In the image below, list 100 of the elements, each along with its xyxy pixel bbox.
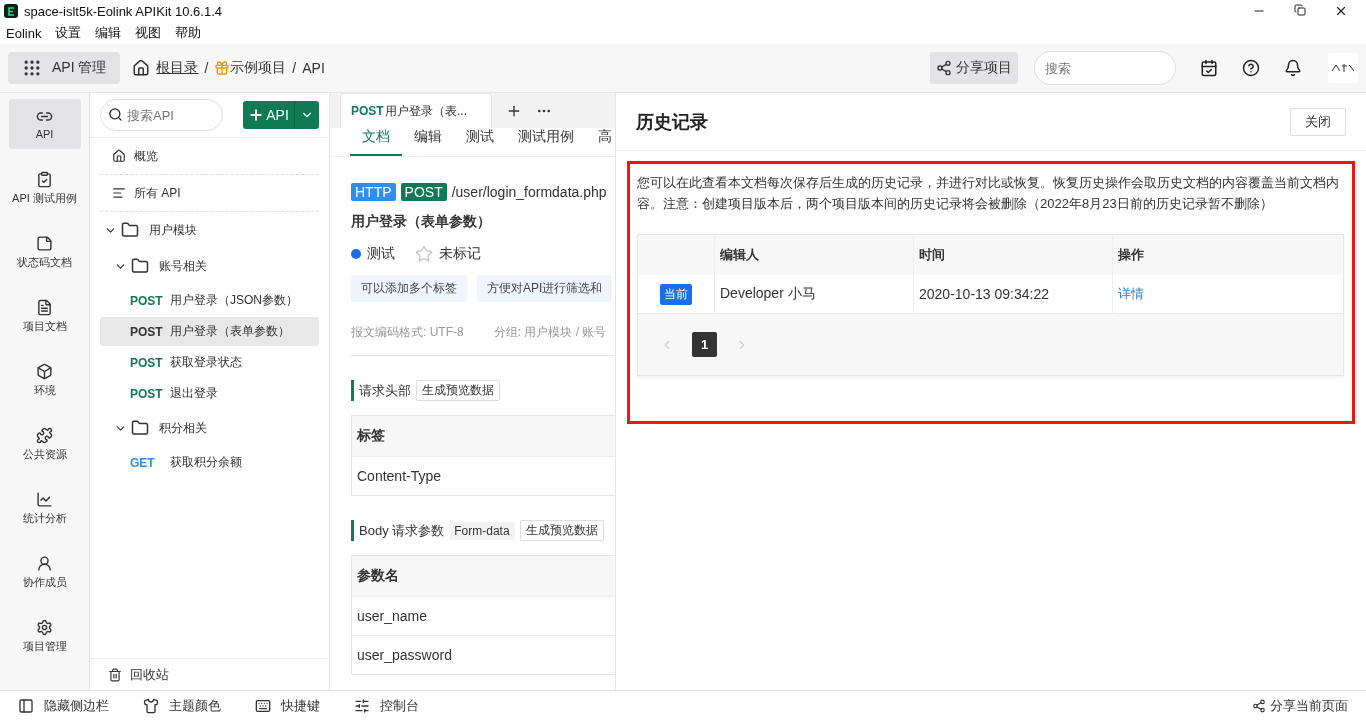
nav-item[interactable]: 项目文档	[8, 291, 81, 341]
module-button[interactable]: API 管理	[8, 52, 121, 84]
folder-row[interactable]: 积分相关	[100, 410, 319, 446]
folder-row[interactable]: 用户模块	[100, 212, 319, 248]
nav-item[interactable]: API	[8, 99, 81, 149]
format-badge: Form-data	[449, 521, 515, 540]
api-search-field[interactable]: 搜索API	[100, 99, 223, 131]
calendar-icon[interactable]	[1200, 59, 1218, 77]
meta-text: 报文编码格式: UTF-8	[351, 324, 464, 341]
recycle-bin-item[interactable]: 回收站	[90, 658, 329, 690]
chart-icon	[36, 490, 53, 508]
nav-item[interactable]: 公共资源	[8, 419, 81, 469]
meta-text: 分组: 用户模块 / 账号	[493, 324, 607, 341]
toolbar-button[interactable]: 快捷键	[255, 696, 320, 715]
home-icon	[112, 149, 126, 163]
tag: 可以添加多个标签	[351, 275, 467, 302]
close-icon[interactable]	[1334, 4, 1348, 18]
folder-icon	[131, 257, 149, 275]
trash-icon	[108, 667, 122, 682]
star-label: 未标记	[439, 245, 481, 263]
preview-button[interactable]: 生成预览数据	[416, 380, 500, 401]
column-header: 标签	[352, 416, 615, 456]
share-icon	[936, 60, 952, 76]
preview-button[interactable]: 生成预览数据	[519, 520, 604, 541]
breadcrumb-item[interactable]: 示例项目	[230, 59, 287, 77]
menu-item[interactable]: 帮助	[175, 24, 202, 42]
sub-tab[interactable]: 编辑	[402, 128, 454, 156]
breadcrumb-separator: /	[292, 60, 297, 76]
api-item[interactable]: POST 用户登录（JSON参数）	[100, 286, 319, 315]
toolbar-button[interactable]: 控制台	[354, 696, 419, 715]
nav-item[interactable]: 统计分析	[8, 483, 81, 533]
settings-icon	[36, 618, 53, 636]
share-button[interactable]: 分享项目	[930, 52, 1018, 84]
menu-item[interactable]: 设置	[55, 24, 82, 42]
column-header: 参数名	[352, 556, 615, 596]
nav-item[interactable]: 环境	[8, 355, 81, 405]
bell-icon[interactable]	[1284, 59, 1302, 77]
add-api-button[interactable]: API	[243, 101, 319, 129]
avatar[interactable]	[1328, 53, 1358, 83]
table-cell: user_password	[352, 635, 615, 674]
details-link[interactable]: 详情	[1118, 285, 1144, 303]
sub-tab[interactable]: 高	[586, 128, 615, 156]
toolbar-button[interactable]: 隐藏侧边栏	[18, 696, 109, 715]
star-icon[interactable]	[415, 245, 433, 263]
current-badge: 当前	[660, 283, 692, 305]
share-page-button[interactable]: 分享当前页面	[1252, 696, 1348, 715]
cube-icon	[36, 362, 53, 380]
api-path: /user/login_formdata.php	[451, 184, 607, 200]
list-icon	[112, 186, 126, 200]
table-cell: Content-Type	[352, 456, 615, 495]
toolbar-button[interactable]: 主题颜色	[143, 696, 221, 715]
column-header: 编辑人	[714, 235, 913, 275]
nav-item[interactable]: 状态码文档	[8, 227, 81, 277]
sliders-icon	[354, 697, 370, 714]
nav-item[interactable]: 协作成员	[8, 547, 81, 597]
restore-icon[interactable]	[1294, 4, 1306, 16]
tree-link[interactable]: 概览	[100, 138, 319, 175]
folder-row[interactable]: 账号相关	[100, 248, 319, 284]
puzzle-icon	[36, 426, 53, 444]
column-header: 操作	[1112, 235, 1343, 275]
gift-icon	[214, 60, 231, 76]
menu-item[interactable]: Eolink	[6, 25, 42, 41]
document-tab[interactable]: POST用户登录（表...	[340, 93, 492, 128]
method-badge: POST	[400, 183, 447, 201]
tag: 方便对API进行筛选和	[477, 275, 613, 302]
status-label: 测试	[367, 245, 395, 263]
nav-item[interactable]: API 测试用例	[8, 163, 81, 213]
history-note: 您可以在此查看本文档每次保存后生成的历史记录，并进行对比或恢复。恢复历史操作会取历史文档的内容覆盖当前文档内容。注意：创建项目版本后，两个项目版本间的历史记录将会被删除（2022年8月23日前的历史记录暂不删除）	[637, 174, 1340, 213]
breadcrumb-item: API	[302, 60, 325, 76]
breadcrumb-link[interactable]: 根目录	[156, 59, 199, 77]
note-icon	[36, 234, 53, 252]
folder-icon	[121, 221, 139, 239]
grid-icon	[22, 58, 42, 78]
section-title: 请求头部	[359, 381, 411, 400]
api-name: 用户登录（表单参数）	[351, 213, 492, 231]
help-icon[interactable]	[1242, 59, 1260, 77]
table-cell: user_name	[352, 596, 615, 635]
sub-tab[interactable]: 测试用例	[506, 128, 586, 156]
page-button[interactable]: 1	[692, 332, 717, 357]
sub-tab[interactable]: 测试	[454, 128, 506, 156]
menu-item[interactable]: 视图	[135, 24, 162, 42]
share-icon	[1252, 698, 1266, 713]
app-logo-icon	[4, 4, 18, 18]
api-item[interactable]: GET 获取积分余额	[100, 448, 319, 477]
api-item[interactable]: POST 退出登录	[100, 379, 319, 408]
sub-tab[interactable]: 文档	[350, 128, 402, 156]
nav-item[interactable]: 项目管理	[8, 611, 81, 661]
menu-item[interactable]: 编辑	[95, 24, 122, 42]
api-item[interactable]: POST 获取登录状态	[100, 348, 319, 377]
close-button[interactable]: 关闭	[1290, 107, 1346, 136]
tree-link[interactable]: 所有 API	[100, 175, 319, 212]
breadcrumb-separator: /	[204, 60, 209, 76]
home-icon	[132, 59, 151, 77]
keyboard-icon	[255, 697, 271, 714]
shirt-icon	[143, 697, 159, 714]
column-header: 时间	[913, 235, 1112, 275]
window-title: space-islt5k-Eolink APIKit 10.6.1.4	[24, 3, 222, 19]
user-icon	[36, 554, 53, 572]
api-item[interactable]: POST 用户登录（表单参数）	[100, 317, 319, 346]
search-field[interactable]: 搜索	[1034, 51, 1176, 85]
